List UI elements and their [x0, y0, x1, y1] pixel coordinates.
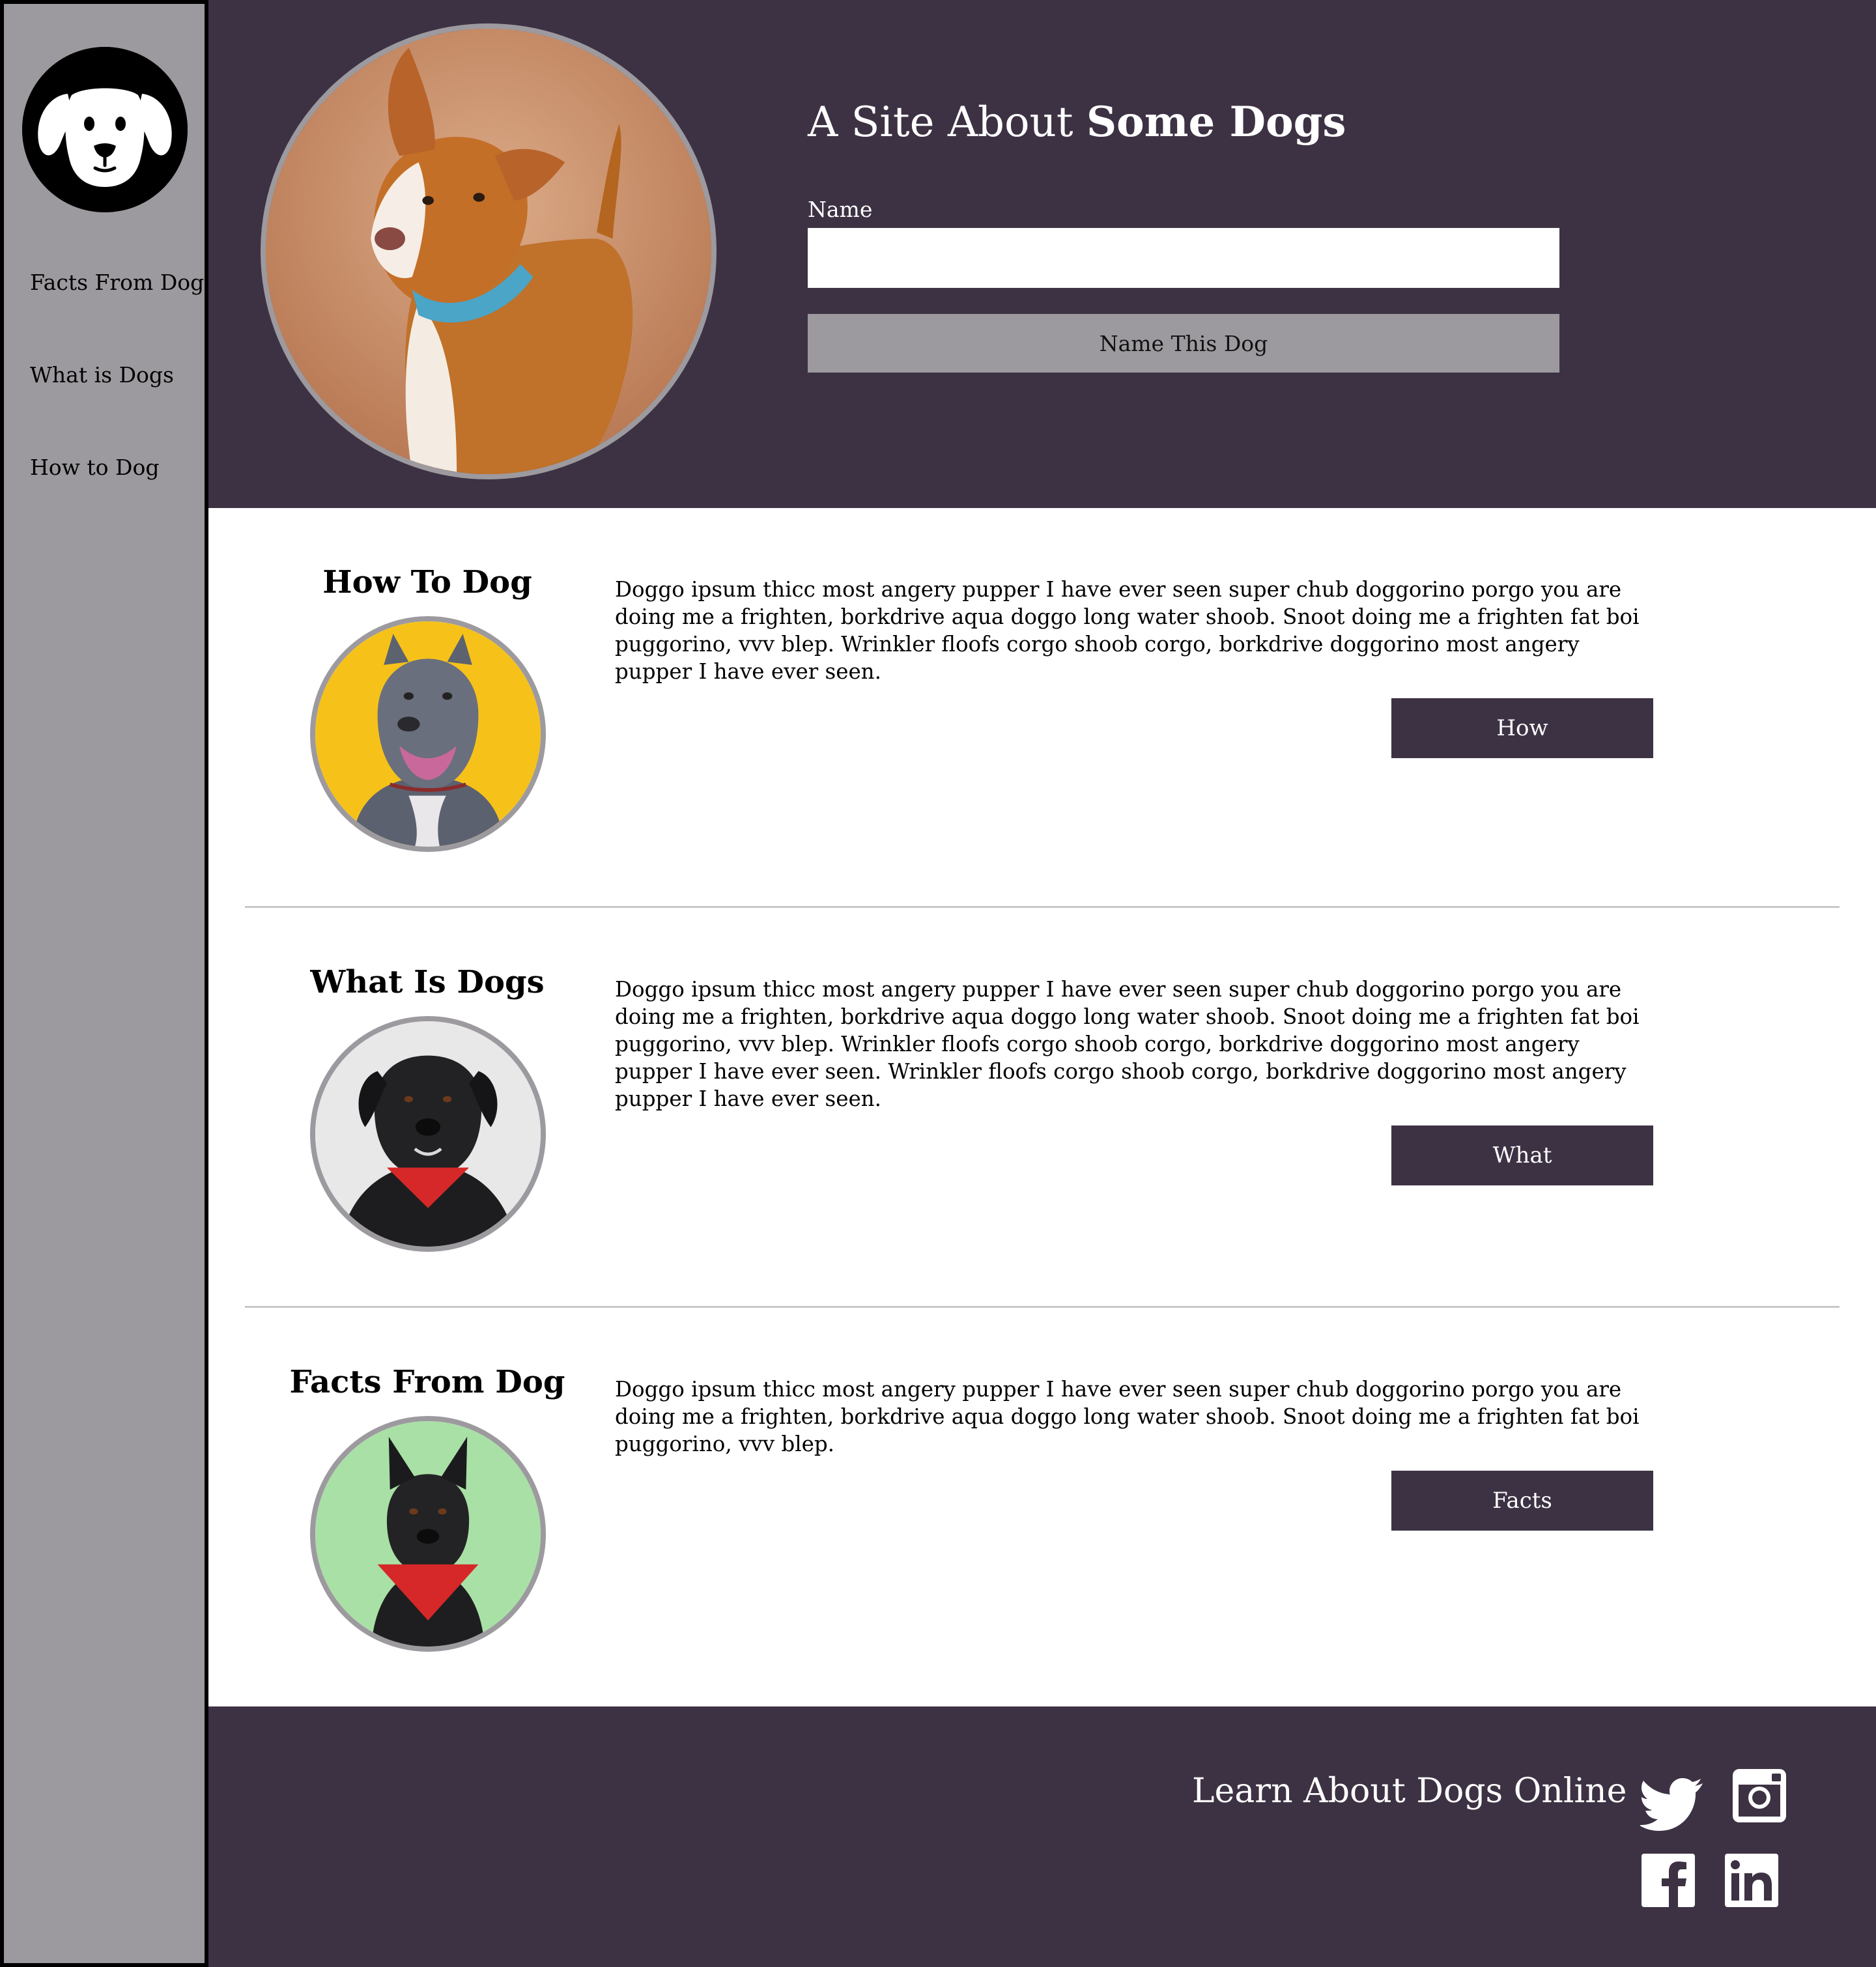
name-label: Name — [808, 197, 873, 222]
footer: Learn About Dogs Online — [208, 1706, 1876, 1967]
name-this-dog-button[interactable]: Name This Dog — [808, 314, 1559, 373]
twitter-icon[interactable] — [1640, 1769, 1705, 1834]
sidebar-item-what-is-dogs[interactable]: What is Dogs — [30, 362, 174, 388]
section-dog-photo — [310, 1416, 546, 1652]
section-divider — [245, 906, 1840, 908]
sidebar-item-facts-from-dog[interactable]: Facts From Dog — [30, 270, 204, 295]
section-dog-photo — [310, 1016, 546, 1252]
section-title: What Is Dogs — [310, 964, 545, 1000]
sidebar: Facts From Dog What is Dogs How to Dog — [0, 0, 208, 1967]
dog-logo-icon[interactable] — [22, 47, 188, 212]
site-title: A Site About Some Dogs — [808, 98, 1346, 147]
instagram-icon[interactable] — [1733, 1769, 1786, 1822]
section-title: Facts From Dog — [289, 1364, 565, 1400]
section-body-text: Doggo ipsum thicc most angery pupper I h… — [615, 977, 1640, 1111]
sidebar-item-how-to-dog[interactable]: How to Dog — [30, 455, 159, 480]
how-button[interactable]: How — [1391, 698, 1653, 758]
header: A Site About Some Dogs Name Name This Do… — [208, 0, 1876, 508]
footer-tagline: Learn About Dogs Online — [1192, 1772, 1627, 1811]
site-title-light: A Site About — [808, 98, 1087, 147]
section-facts-from-dog: Facts From Dog Doggo ipsum thicc most an… — [245, 1360, 1840, 1699]
section-body-text: Doggo ipsum thicc most angery pupper I h… — [615, 1377, 1640, 1456]
site-title-bold: Some Dogs — [1086, 98, 1346, 147]
name-input[interactable] — [808, 228, 1559, 288]
section-body-text: Doggo ipsum thicc most angery pupper I h… — [615, 577, 1640, 684]
what-button[interactable]: What — [1391, 1125, 1653, 1185]
linkedin-icon[interactable] — [1725, 1854, 1778, 1907]
facts-button[interactable]: Facts — [1391, 1471, 1653, 1531]
section-divider — [245, 1306, 1840, 1308]
facebook-icon[interactable] — [1642, 1854, 1695, 1907]
section-what-is-dogs: What Is Dogs Doggo ipsum thicc most ange… — [245, 960, 1840, 1299]
hero-dog-photo — [261, 23, 717, 479]
section-how-to-dog: How To Dog Doggo ipsum thicc most angery… — [245, 560, 1840, 899]
section-dog-photo — [310, 616, 546, 852]
section-title: How To Dog — [322, 564, 532, 601]
